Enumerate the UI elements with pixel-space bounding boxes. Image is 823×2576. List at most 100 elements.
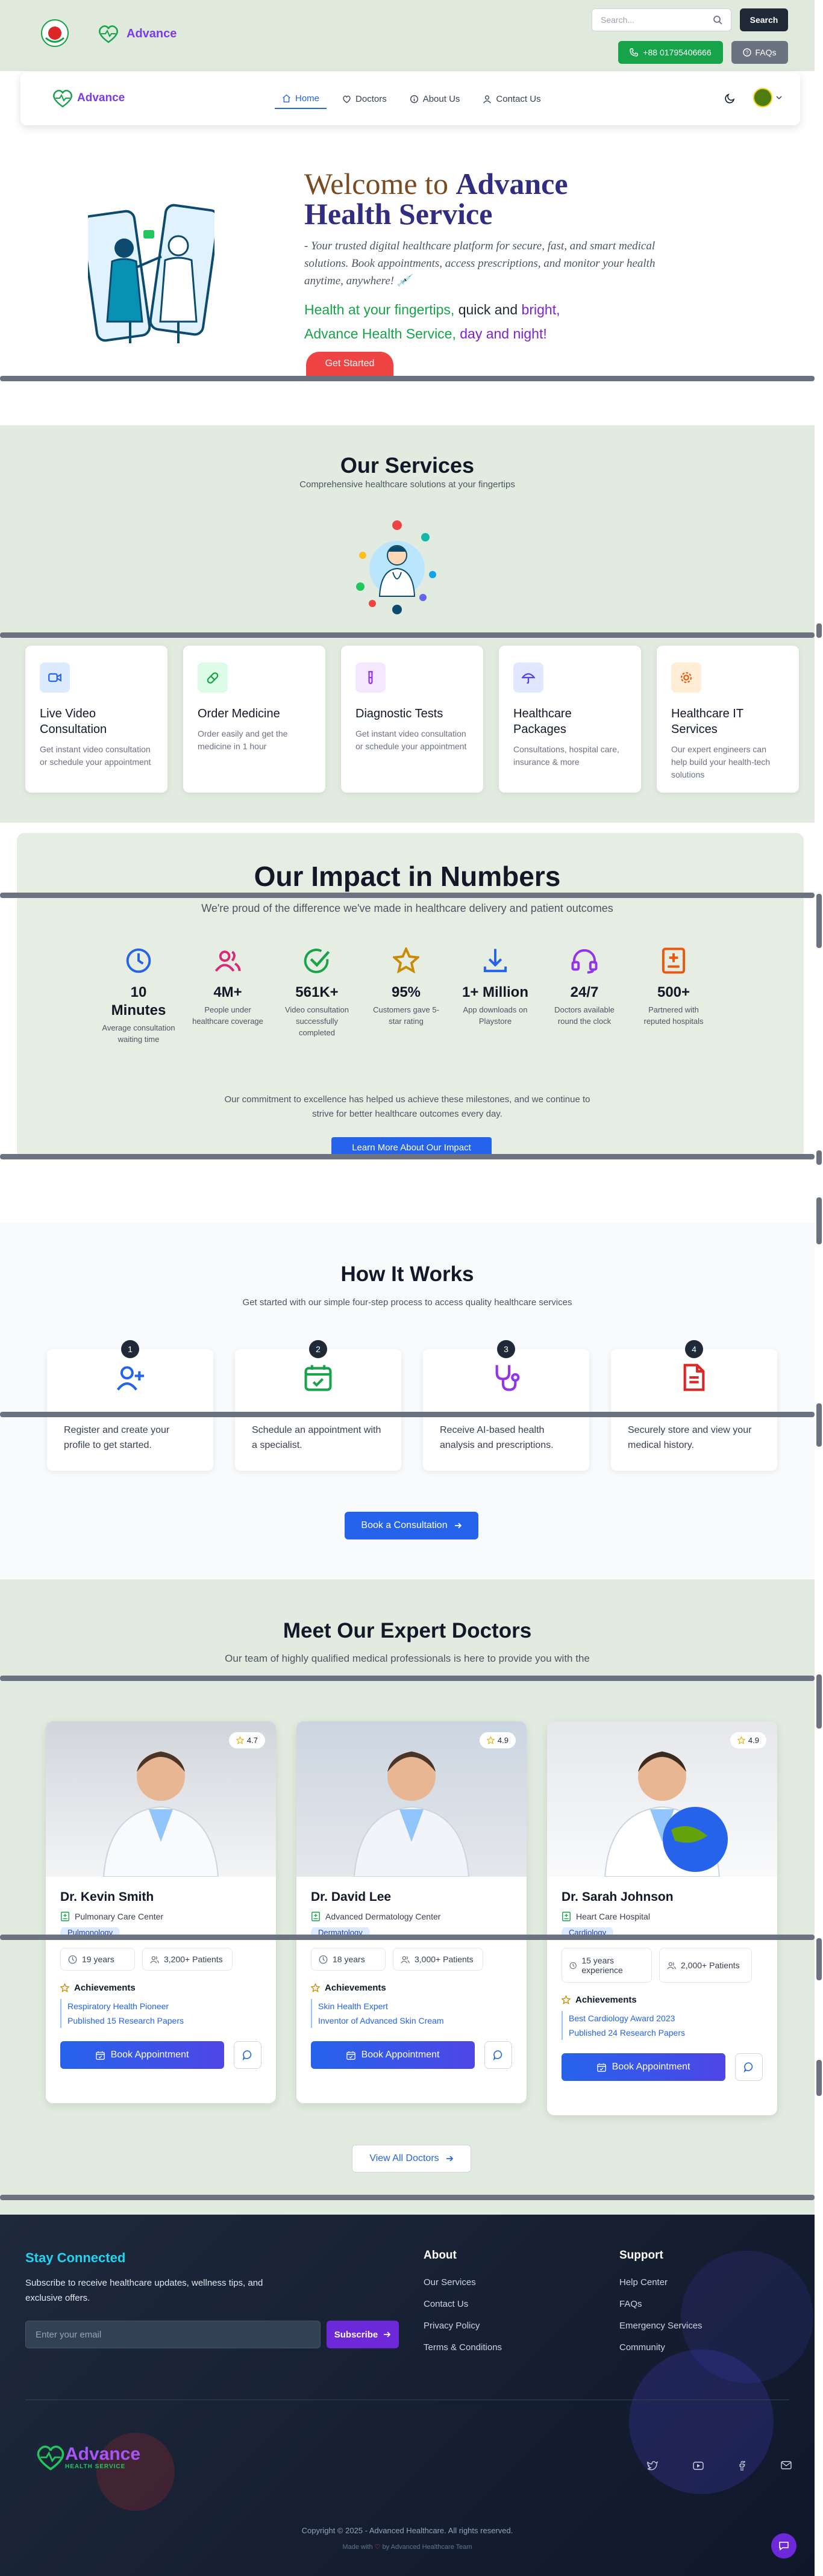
horizontal-scrollbar[interactable] bbox=[0, 1935, 815, 1940]
test-tube-icon bbox=[368, 671, 373, 684]
subscribe-button[interactable]: Subscribe bbox=[327, 2321, 399, 2348]
award-icon bbox=[562, 1995, 571, 2004]
chat-icon bbox=[493, 2050, 502, 2060]
footer-logo[interactable]: Advance HEALTH SERVICE bbox=[34, 2440, 140, 2474]
faqs-button[interactable]: ? FAQs bbox=[731, 41, 788, 64]
achievements-heading: Achievements bbox=[60, 1983, 261, 1993]
vertical-scrollbar[interactable] bbox=[816, 1403, 822, 1447]
service-card[interactable]: Healthcare Packages Consultations, hospi… bbox=[499, 646, 641, 793]
book-appointment-label: Book Appointment bbox=[361, 2050, 440, 2060]
search-button[interactable]: Search bbox=[740, 8, 788, 31]
impact-stat: 24/7 Doctors available round the clock bbox=[547, 947, 622, 1027]
doctor-photo: 4.9 bbox=[547, 1721, 777, 1877]
stat-number: 95% bbox=[391, 984, 421, 1000]
phone-button[interactable]: +88 01795406666 bbox=[618, 41, 723, 64]
pill-icon bbox=[207, 672, 219, 684]
home-icon bbox=[283, 94, 290, 102]
view-all-doctors-button[interactable]: View All Doctors bbox=[352, 2145, 471, 2172]
heart-icon: ♡ bbox=[374, 2543, 381, 2551]
vertical-scrollbar[interactable] bbox=[816, 1674, 822, 1729]
book-consultation-button[interactable]: Book a Consultation bbox=[345, 1512, 478, 1539]
mail-icon[interactable] bbox=[781, 2461, 792, 2469]
calendar-icon bbox=[95, 2051, 105, 2060]
user-menu[interactable] bbox=[753, 88, 782, 107]
vertical-scrollbar[interactable] bbox=[816, 1150, 822, 1165]
impact-stat: 561K+ Video consultation successfully co… bbox=[280, 947, 354, 1038]
vertical-scrollbar[interactable] bbox=[816, 623, 822, 638]
horizontal-scrollbar[interactable] bbox=[0, 1412, 815, 1417]
service-card[interactable]: Live Video Consultation Get instant vide… bbox=[25, 646, 167, 793]
footer-brand-sub: HEALTH SERVICE bbox=[65, 2463, 126, 2470]
footer-link[interactable]: Privacy Policy bbox=[424, 2315, 502, 2337]
nav-item-1[interactable]: Doctors bbox=[335, 89, 394, 109]
moon-icon bbox=[725, 93, 735, 104]
experience-badge: 18 years bbox=[311, 1948, 386, 1971]
message-doctor-button[interactable] bbox=[484, 2041, 512, 2069]
impact-title: Our Impact in Numbers bbox=[254, 861, 561, 892]
message-doctor-button[interactable] bbox=[735, 2053, 763, 2081]
footer-link[interactable]: Help Center bbox=[619, 2272, 703, 2294]
step-number: 4 bbox=[685, 1340, 703, 1358]
vertical-scrollbar[interactable] bbox=[816, 1197, 822, 1244]
doctor-card[interactable]: 4.9 Dr. Sarah Johnson Heart Care Hospita… bbox=[547, 1721, 777, 2115]
footer-link[interactable]: Community bbox=[619, 2337, 703, 2359]
footer-link[interactable]: Terms & Conditions bbox=[424, 2337, 502, 2359]
facebook-icon[interactable] bbox=[739, 2461, 746, 2471]
chat-icon bbox=[242, 2050, 252, 2060]
twitter-icon[interactable] bbox=[647, 2461, 658, 2471]
achievements-label: Achievements bbox=[74, 1983, 136, 1993]
stat-label: Average consultation waiting time bbox=[102, 1023, 175, 1044]
vertical-scrollbar[interactable] bbox=[816, 2060, 822, 2096]
book-appointment-button[interactable]: Book Appointment bbox=[562, 2053, 725, 2081]
horizontal-scrollbar[interactable] bbox=[0, 632, 815, 638]
nav-item-2[interactable]: About Us bbox=[402, 89, 468, 109]
tagline-part-3: bright, bbox=[521, 302, 560, 317]
footer-link[interactable]: FAQs bbox=[619, 2294, 703, 2315]
doctor-hospital: Advanced Dermatology Center bbox=[311, 1912, 512, 1921]
get-started-button[interactable]: Get Started bbox=[306, 352, 393, 376]
book-appointment-button[interactable]: Book Appointment bbox=[311, 2041, 475, 2069]
clock-icon bbox=[319, 1955, 328, 1963]
calendar-icon bbox=[596, 2063, 606, 2072]
experience-badge: 15 years experience bbox=[562, 1948, 652, 1983]
message-doctor-button[interactable] bbox=[234, 2041, 261, 2069]
help-icon: ? bbox=[743, 48, 752, 57]
umbrella-icon bbox=[522, 673, 535, 684]
chat-widget-button[interactable] bbox=[771, 2533, 796, 2559]
vertical-scrollbar[interactable] bbox=[816, 1938, 822, 1980]
horizontal-scrollbar[interactable] bbox=[0, 2195, 815, 2200]
service-card[interactable]: Order Medicine Order easily and get the … bbox=[183, 646, 325, 793]
footer-link[interactable]: Our Services bbox=[424, 2272, 502, 2294]
clock-icon bbox=[126, 948, 151, 973]
horizontal-scrollbar[interactable] bbox=[0, 376, 815, 381]
horizontal-scrollbar[interactable] bbox=[0, 1676, 815, 1681]
doctor-card[interactable]: 4.7 Dr. Kevin Smith Pulmonary Care Cente… bbox=[46, 1721, 276, 2103]
doctor-card[interactable]: 4.9 Dr. David Lee Advanced Dermatology C… bbox=[296, 1721, 527, 2103]
footer-link[interactable]: Contact Us bbox=[424, 2294, 502, 2315]
service-card[interactable]: Healthcare IT Services Our expert engine… bbox=[657, 646, 799, 793]
email-input[interactable]: Enter your email bbox=[25, 2321, 321, 2348]
nav-item-0[interactable]: Home bbox=[275, 89, 327, 109]
brand-logo[interactable]: Advance bbox=[96, 22, 177, 46]
horizontal-scrollbar[interactable] bbox=[0, 893, 815, 898]
stat-number: 500+ bbox=[657, 984, 690, 1000]
calendar-icon bbox=[304, 1365, 332, 1391]
youtube-icon[interactable] bbox=[693, 2461, 704, 2471]
stat-label: App downloads on Playstore bbox=[463, 1005, 528, 1026]
vertical-scrollbar[interactable] bbox=[816, 894, 822, 948]
service-card[interactable]: Diagnostic Tests Get instant video consu… bbox=[341, 646, 483, 793]
rating-value: 4.9 bbox=[748, 1736, 759, 1745]
patients-value: 2,000+ Patients bbox=[681, 1960, 740, 1970]
doctor-rating: 4.9 bbox=[479, 1732, 516, 1748]
theme-toggle[interactable] bbox=[725, 93, 736, 107]
book-appointment-button[interactable]: Book Appointment bbox=[60, 2041, 224, 2069]
nav-item-3[interactable]: Contact Us bbox=[475, 89, 548, 109]
rating-value: 4.9 bbox=[497, 1736, 509, 1745]
search-input[interactable]: Search... bbox=[592, 8, 731, 31]
hero-illustration bbox=[80, 201, 220, 352]
patients-value: 3,200+ Patients bbox=[164, 1954, 223, 1964]
nav-logo[interactable]: Advance bbox=[49, 86, 125, 110]
horizontal-scrollbar[interactable] bbox=[0, 1154, 815, 1159]
star-icon bbox=[486, 1736, 495, 1744]
footer-link[interactable]: Emergency Services bbox=[619, 2315, 703, 2337]
